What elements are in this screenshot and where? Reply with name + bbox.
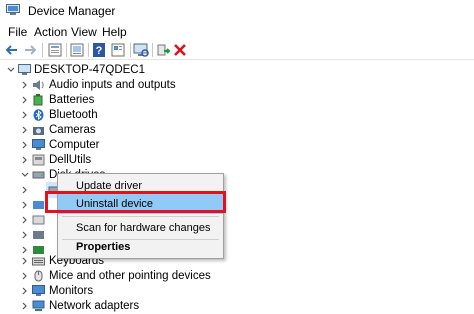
chevron-right-icon[interactable] xyxy=(20,227,30,243)
tree-item-bluetooth[interactable]: Bluetooth xyxy=(0,107,200,123)
properties-icon[interactable] xyxy=(47,42,63,58)
menu-action[interactable]: Action xyxy=(34,25,67,39)
menu-item-properties[interactable]: Properties xyxy=(58,237,223,257)
chevron-right-icon[interactable] xyxy=(20,253,30,269)
menu-separator xyxy=(62,216,219,217)
toolbar-separator xyxy=(42,43,43,57)
tree-item-label: Computer xyxy=(49,139,100,151)
tree-item-hidden[interactable] xyxy=(0,212,46,228)
chevron-right-icon[interactable] xyxy=(20,283,30,299)
back-icon[interactable] xyxy=(4,42,20,58)
menu-help[interactable]: Help xyxy=(102,25,127,39)
tree-item-label: Monitors xyxy=(49,285,94,297)
tree-item-network-adapters[interactable]: Network adapters xyxy=(0,298,200,314)
uninstall-icon[interactable] xyxy=(172,42,188,58)
tree-item-label: Network adapters xyxy=(49,300,140,312)
tree-item-label: DellUtils xyxy=(49,154,92,166)
svg-text:?: ? xyxy=(96,45,103,57)
tree-item-monitors[interactable]: Monitors xyxy=(0,283,200,299)
toolbar-separator xyxy=(88,43,89,57)
menu-item-scan-hardware[interactable]: Scan for hardware changes xyxy=(58,218,223,238)
tree-item-hidden[interactable] xyxy=(0,182,40,198)
title-bar: Device Manager xyxy=(0,0,474,22)
chevron-right-icon[interactable] xyxy=(20,298,30,314)
battery-icon xyxy=(32,94,45,106)
chevron-right-icon[interactable] xyxy=(20,137,30,153)
computer-icon xyxy=(18,64,31,76)
chevron-right-icon[interactable] xyxy=(20,212,30,228)
window-title: Device Manager xyxy=(28,4,116,18)
chevron-right-icon[interactable] xyxy=(20,268,30,284)
context-menu: Update driver Uninstall device Scan for … xyxy=(57,173,224,259)
chevron-right-icon[interactable] xyxy=(20,92,30,108)
bluetooth-icon xyxy=(32,109,45,121)
device-icon xyxy=(32,154,45,166)
keyboard-icon xyxy=(32,255,45,267)
toolbar-separator xyxy=(130,43,131,57)
toolbar: ? xyxy=(0,41,474,60)
tree-item-dellutils[interactable]: DellUtils xyxy=(0,152,200,168)
toolbar-separator xyxy=(152,43,153,57)
enable-icon[interactable] xyxy=(155,42,171,58)
menu-bar: File Action View Help xyxy=(0,23,474,41)
menu-file[interactable]: File xyxy=(8,25,27,39)
scan-icon[interactable] xyxy=(133,42,149,58)
tree-root[interactable]: DESKTOP-47QDEC1 xyxy=(0,62,200,78)
view-icon[interactable] xyxy=(110,42,126,58)
tree-item-mice[interactable]: Mice and other pointing devices xyxy=(0,268,220,284)
tree-item-label: Cameras xyxy=(49,124,96,136)
chevron-right-icon[interactable] xyxy=(20,182,30,198)
chevron-right-icon[interactable] xyxy=(20,107,30,123)
network-icon xyxy=(32,300,45,312)
tree-item-cameras[interactable]: Cameras xyxy=(0,122,200,138)
chevron-right-icon[interactable] xyxy=(20,197,30,213)
chevron-right-icon[interactable] xyxy=(20,122,30,138)
menu-item-label: Scan for hardware changes xyxy=(76,222,211,234)
chevron-right-icon[interactable] xyxy=(20,77,30,93)
device-icon xyxy=(32,199,45,211)
monitor-icon xyxy=(32,139,45,151)
monitor-icon xyxy=(32,285,45,297)
tree-root-label: DESKTOP-47QDEC1 xyxy=(34,64,145,76)
highlight-box xyxy=(45,191,226,213)
update-icon[interactable] xyxy=(69,42,85,58)
disk-drive-icon xyxy=(32,169,45,181)
menu-item-label: Properties xyxy=(76,241,131,253)
tree-item-label: Mice and other pointing devices xyxy=(49,270,211,282)
tree-item-batteries[interactable]: Batteries xyxy=(0,92,200,108)
menu-view[interactable]: View xyxy=(71,25,97,39)
tree-item-audio[interactable]: Audio inputs and outputs xyxy=(0,77,200,93)
chevron-down-icon[interactable] xyxy=(6,62,16,78)
device-icon xyxy=(32,229,45,241)
device-icon xyxy=(32,214,45,226)
camera-icon xyxy=(32,124,45,136)
tree-item-label: Audio inputs and outputs xyxy=(49,79,176,91)
toolbar-separator xyxy=(66,43,67,57)
tree-item-hidden[interactable] xyxy=(0,197,46,213)
device-manager-icon xyxy=(6,4,20,16)
help-icon[interactable]: ? xyxy=(91,42,107,58)
tree-item-computer[interactable]: Computer xyxy=(0,137,200,153)
tree-item-label: Batteries xyxy=(49,94,95,106)
chevron-right-icon[interactable] xyxy=(20,152,30,168)
chevron-down-icon[interactable] xyxy=(20,167,30,183)
speaker-icon xyxy=(32,79,45,91)
forward-icon[interactable] xyxy=(22,42,38,58)
mouse-icon xyxy=(32,270,45,282)
tree-item-hidden[interactable] xyxy=(0,227,46,243)
tree-item-label: Bluetooth xyxy=(49,109,98,121)
